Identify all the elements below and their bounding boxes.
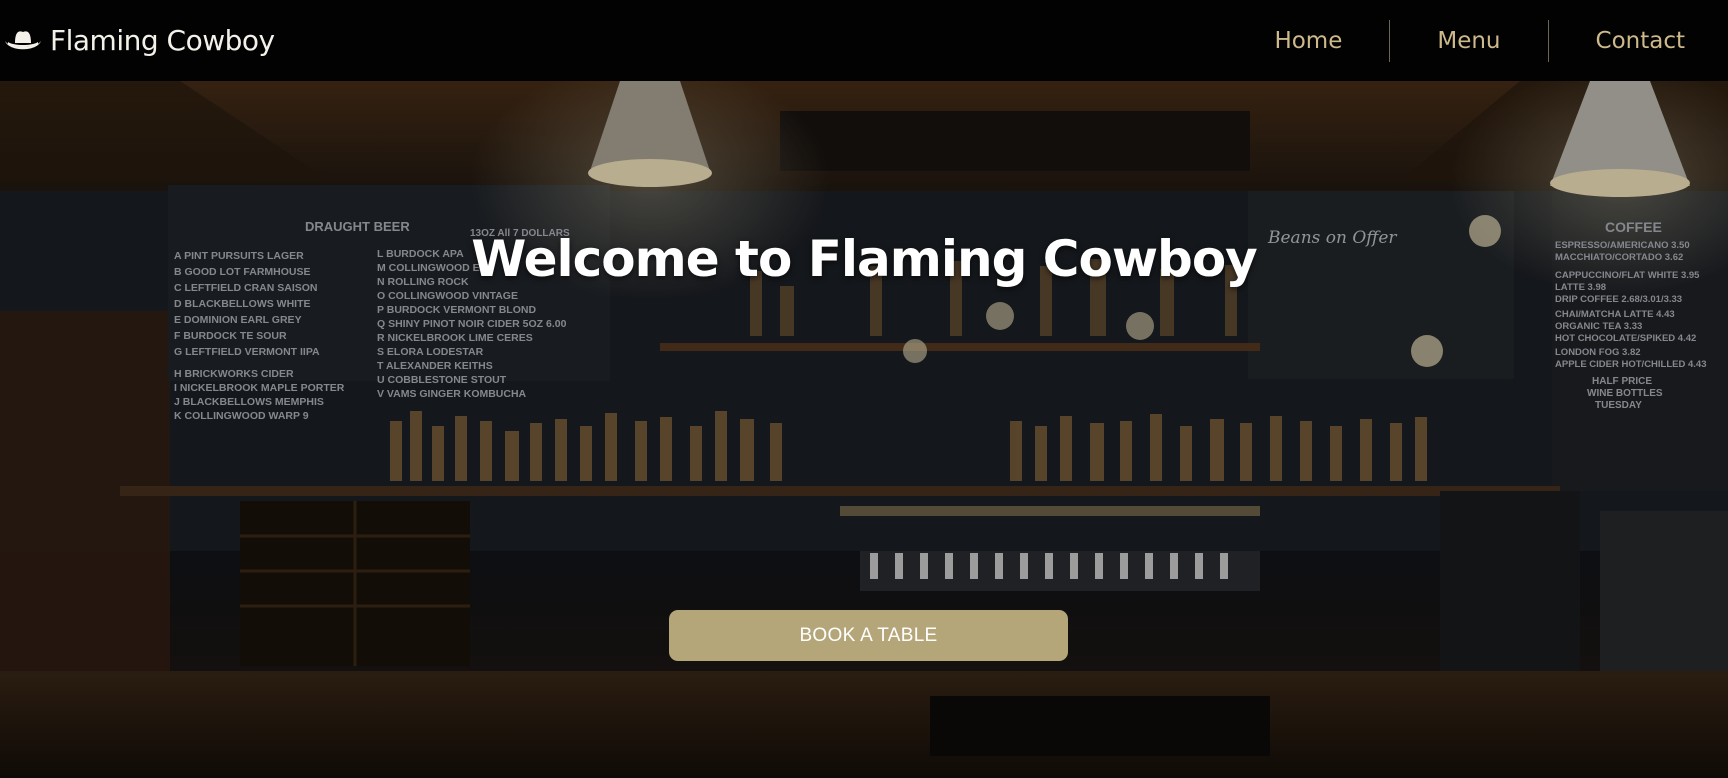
- cowboy-hat-icon: [5, 30, 41, 49]
- main-nav: Home Menu Contact: [1227, 19, 1685, 62]
- nav-contact-link[interactable]: Contact: [1549, 20, 1685, 62]
- bar-background-image: DRAUGHT BEER 13OZ All 7 DOLLARS A PINT P…: [0, 81, 1728, 778]
- navbar: Flaming Cowboy Home Menu Contact: [0, 0, 1728, 81]
- hero-title: Welcome to Flaming Cowboy: [471, 230, 1258, 288]
- hero-section: DRAUGHT BEER 13OZ All 7 DOLLARS A PINT P…: [0, 81, 1728, 778]
- nav-menu-link[interactable]: Menu: [1390, 20, 1547, 62]
- brand-name: Flaming Cowboy: [50, 24, 275, 57]
- nav-home-link[interactable]: Home: [1227, 20, 1389, 62]
- book-table-button[interactable]: BOOK A TABLE: [669, 610, 1068, 661]
- brand-logo-link[interactable]: Flaming Cowboy: [4, 24, 275, 57]
